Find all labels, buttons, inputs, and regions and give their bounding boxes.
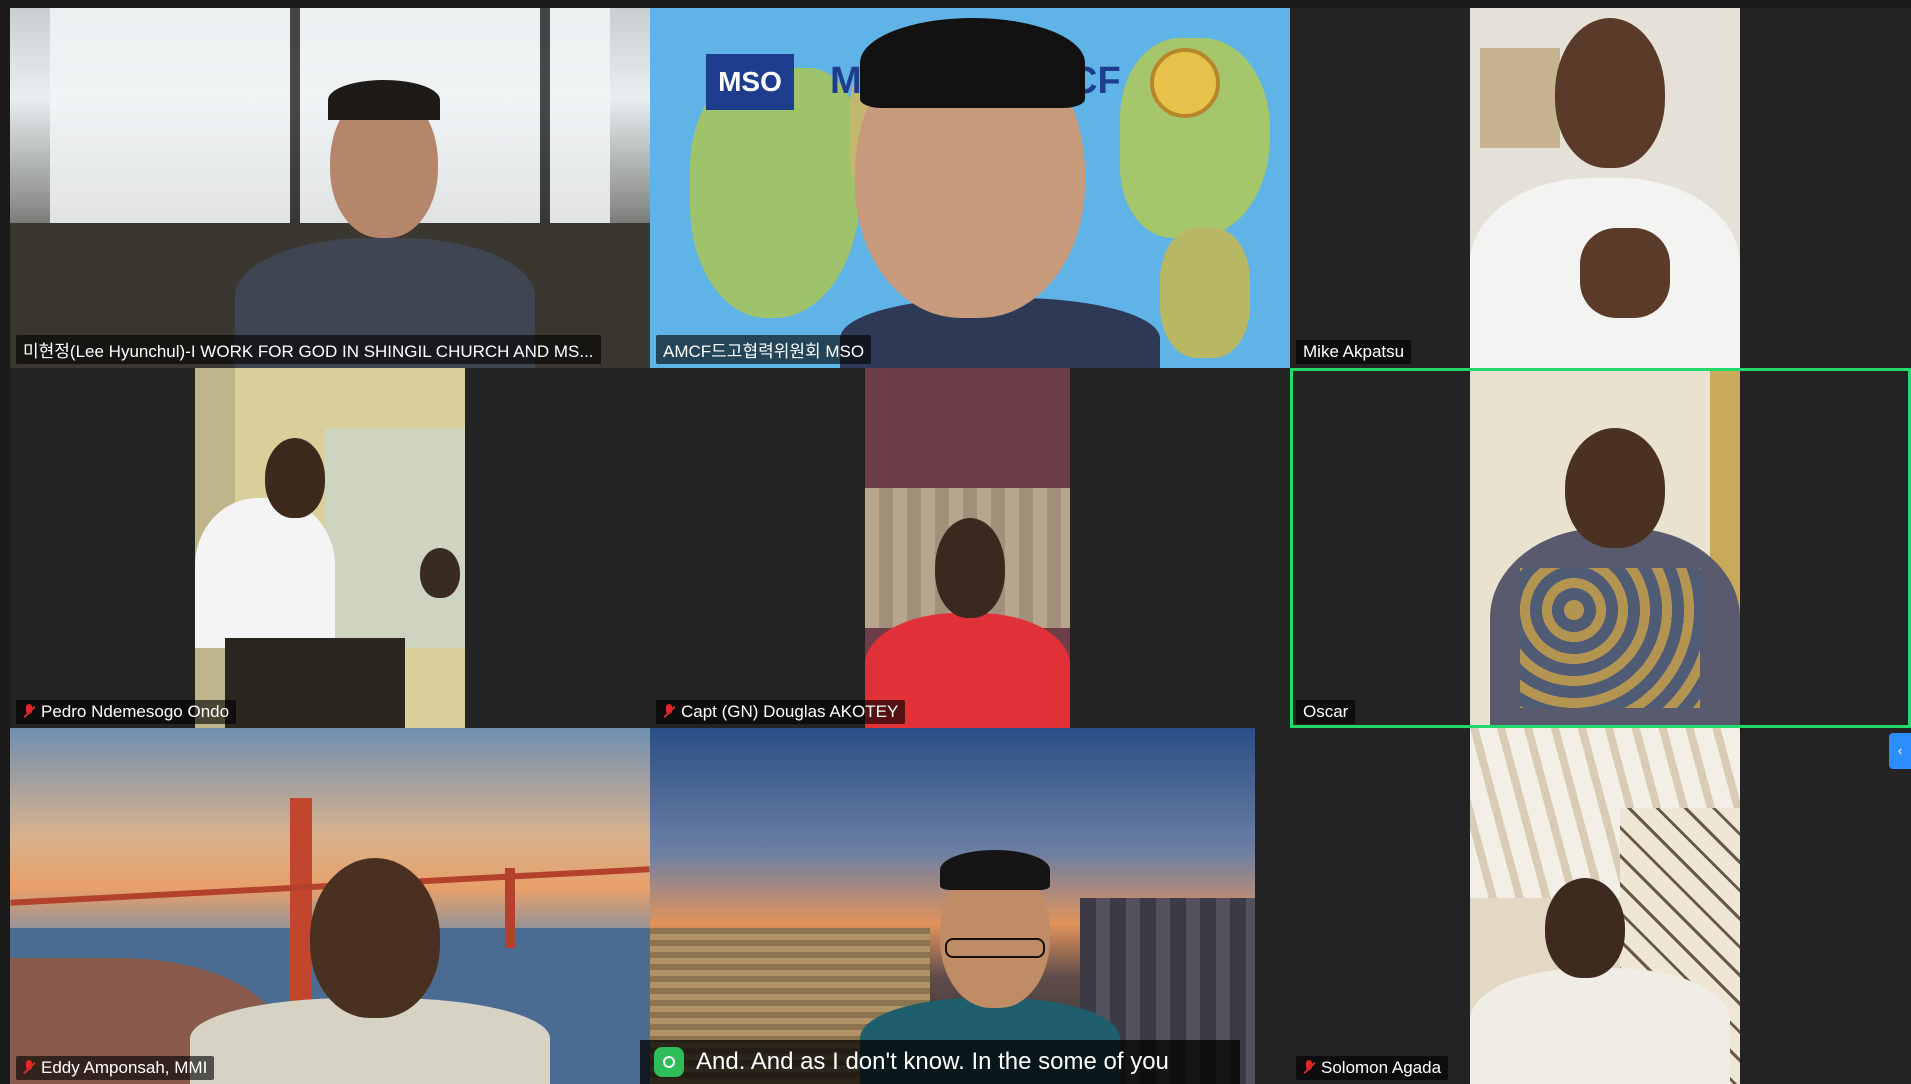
video-feed [1470, 728, 1740, 1084]
participant-name: Pedro Ndemesogo Ondo [41, 702, 230, 721]
video-tile-7[interactable]: Eddy Amponsah, MMI [10, 728, 650, 1084]
participant-name: Solomon Agada [1321, 1058, 1442, 1077]
side-panel-toggle[interactable]: ‹ [1889, 733, 1911, 769]
participant-name: Oscar [1303, 702, 1349, 721]
video-feed [10, 728, 650, 1084]
mic-muted-icon [23, 704, 35, 720]
participant-name-tag: AMCF드고협력위원회 MSO [656, 335, 872, 364]
emblem-icon [1150, 48, 1220, 118]
video-feed [650, 728, 1255, 1084]
video-tile-4[interactable]: Pedro Ndemesogo Ondo [10, 368, 650, 728]
participant-name-tag: Capt (GN) Douglas AKOTEY [656, 700, 906, 724]
video-tile-5[interactable]: Capt (GN) Douglas AKOTEY [650, 368, 1290, 728]
banner-text: M [830, 60, 862, 102]
video-feed [865, 368, 1070, 728]
caption-text: And. And as I don't know. In the some of… [696, 1048, 1169, 1075]
closed-caption-icon[interactable] [654, 1047, 684, 1077]
participant-name: 미현정(Lee Hyunchul)-I WORK FOR GOD IN SHIN… [23, 342, 594, 361]
participant-name: Mike Akpatsu [1303, 342, 1405, 361]
video-feed [1470, 8, 1740, 368]
video-tile-8[interactable] [650, 728, 1290, 1084]
video-tile-6[interactable]: Oscar [1290, 368, 1911, 728]
participant-name: AMCF드고협력위원회 MSO [663, 342, 865, 361]
mic-muted-icon [1303, 1060, 1315, 1076]
mso-logo: MSO [706, 54, 794, 110]
video-tile-3[interactable]: Mike Akpatsu [1290, 8, 1911, 368]
video-tile-9[interactable]: Solomon Agada [1290, 728, 1911, 1084]
mic-muted-icon [23, 1060, 35, 1076]
live-caption: And. And as I don't know. In the some of… [640, 1040, 1240, 1084]
video-feed [195, 368, 465, 728]
video-feed [10, 8, 650, 368]
video-tile-1[interactable]: 미현정(Lee Hyunchul)-I WORK FOR GOD IN SHIN… [10, 8, 650, 368]
participant-name-tag: Pedro Ndemesogo Ondo [16, 700, 237, 724]
video-feed [1470, 368, 1740, 728]
video-tile-2[interactable]: MSO M CF AMCF드고협력위원회 MSO [650, 8, 1290, 368]
participant-name-tag: Solomon Agada [1296, 1056, 1449, 1080]
participant-name-tag: Oscar [1296, 700, 1356, 724]
participant-name-tag: Eddy Amponsah, MMI [16, 1056, 215, 1080]
mic-muted-icon [663, 704, 675, 720]
participant-name-tag: 미현정(Lee Hyunchul)-I WORK FOR GOD IN SHIN… [16, 335, 601, 364]
participant-name: Eddy Amponsah, MMI [41, 1058, 208, 1077]
participant-name: Capt (GN) Douglas AKOTEY [681, 702, 899, 721]
video-feed: MSO M CF [650, 8, 1290, 368]
participant-name-tag: Mike Akpatsu [1296, 340, 1412, 364]
